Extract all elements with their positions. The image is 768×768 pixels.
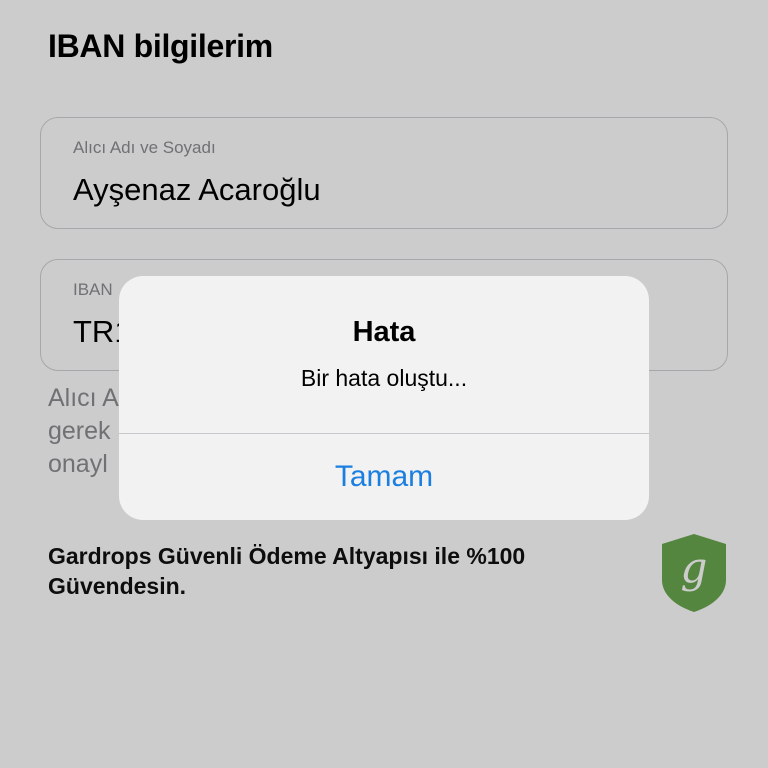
error-alert: Hata Bir hata oluştu... Tamam: [119, 276, 649, 520]
alert-message: Bir hata oluştu...: [300, 365, 468, 391]
ok-button[interactable]: Tamam: [119, 434, 649, 520]
alert-title: Hata: [352, 316, 416, 348]
